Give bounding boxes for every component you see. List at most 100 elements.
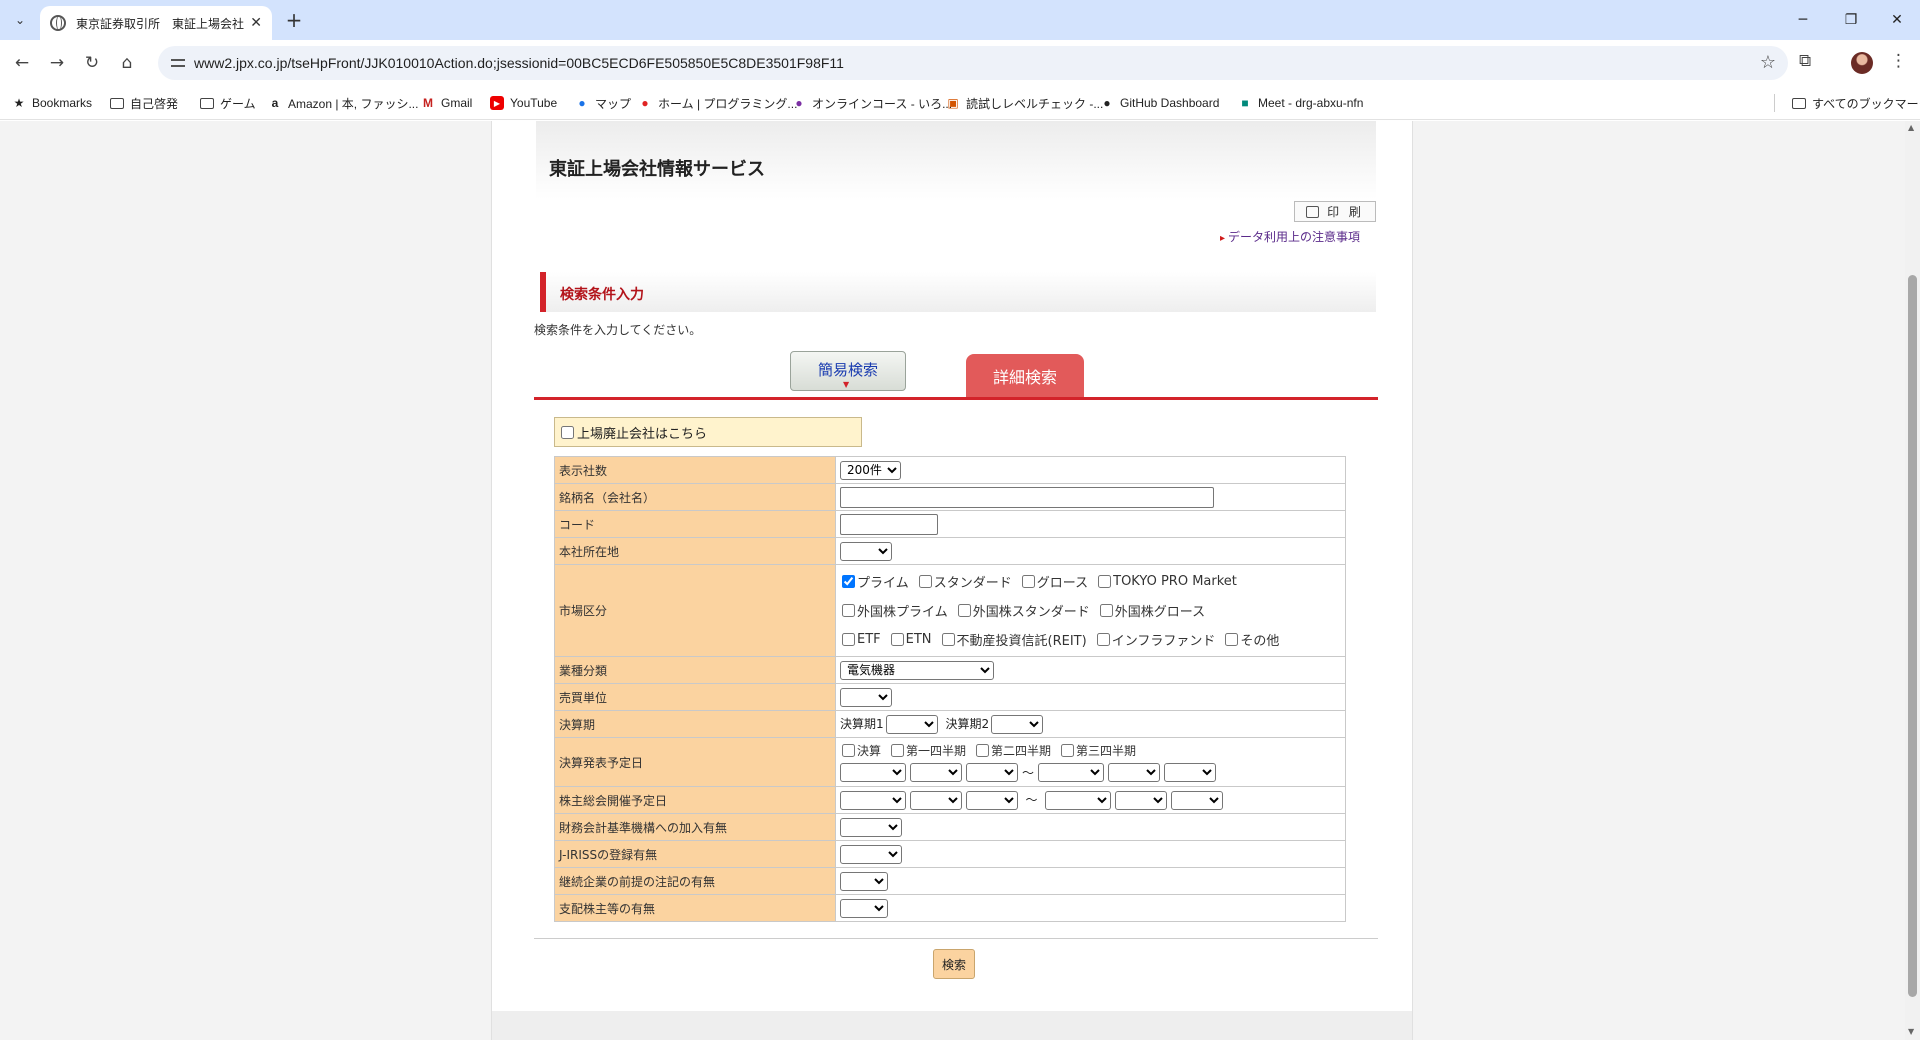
company-name-input[interactable] [840,486,1214,508]
announce-annual-checkbox[interactable] [842,744,855,757]
kebab-menu-icon[interactable]: ⋮ [1890,51,1907,71]
bookmark-item[interactable]: ▣ 読試しレベルチェック -... [946,93,1103,113]
market-prime[interactable]: プライム [840,572,909,591]
market-other[interactable]: その他 [1223,630,1279,649]
announce-annual[interactable]: 決算 [840,742,881,759]
market-foreign-prime-checkbox[interactable] [842,604,855,617]
market-other-checkbox[interactable] [1225,633,1239,646]
fasf-select[interactable] [840,817,902,837]
market-reit[interactable]: 不動産投資信託(REIT) [940,630,1087,649]
market-reit-checkbox[interactable] [941,633,955,646]
market-etn[interactable]: ETN [889,632,932,647]
agm-from-year-select[interactable] [840,790,906,810]
announce-to-year-select[interactable] [1038,763,1105,782]
star-icon[interactable]: ☆ [1760,52,1776,73]
market-prime-checkbox[interactable] [842,575,855,588]
hq-location-select[interactable] [840,541,892,561]
bookmark-item[interactable]: ▶ YouTube [490,93,557,113]
scroll-up-icon[interactable]: ▲ [1908,123,1914,132]
bookmark-item[interactable]: M Gmail [421,93,472,113]
announce-from-year-select[interactable] [840,763,906,782]
market-tokyo-pro-checkbox[interactable] [1098,575,1112,588]
announce-q1[interactable]: 第一四半期 [889,742,966,759]
print-button[interactable]: 印 刷 [1294,201,1376,222]
market-foreign-prime[interactable]: 外国株プライム [840,601,948,620]
announce-q2[interactable]: 第二四半期 [974,742,1051,759]
announce-q1-checkbox[interactable] [891,744,905,757]
extensions-icon[interactable]: ⧉ [1799,51,1811,71]
bookmark-folder[interactable]: 自己啓発 [110,93,178,113]
page-scrollbar[interactable]: ▲ ▼ [1905,121,1920,1040]
data-notice-link[interactable]: データ利用上の注意事項 [1220,228,1360,245]
agm-from-month-select[interactable] [909,790,962,810]
agm-to-month-select[interactable] [1115,790,1168,810]
site-info-icon[interactable] [170,55,186,71]
url-text[interactable]: www2.jpx.co.jp/tseHpFront/JJK010010Actio… [194,55,844,71]
back-icon[interactable]: ← [10,51,34,75]
market-foreign-growth-checkbox[interactable] [1099,604,1113,617]
avatar[interactable] [1851,52,1873,74]
announce-from-day-select[interactable] [966,763,1018,782]
home-icon[interactable]: ⌂ [115,51,139,75]
market-foreign-growth[interactable]: 外国株グロース [1098,601,1205,620]
forward-icon[interactable]: → [45,51,69,75]
tab-detail-search[interactable]: 詳細検索 [966,354,1084,397]
scroll-thumb[interactable] [1908,275,1917,997]
label-agm-date: 株主総会開催予定日 [554,786,836,814]
jiriss-select[interactable] [840,844,902,864]
search-button[interactable]: 検索 [933,949,975,979]
restore-icon[interactable]: ❐ [1828,0,1874,40]
market-etf[interactable]: ETF [840,632,881,647]
announce-q2-checkbox[interactable] [976,744,990,757]
tab-search-icon[interactable]: ⌄ [8,8,32,32]
market-etf-checkbox[interactable] [842,633,855,646]
bookmark-item[interactable]: ★ Bookmarks [12,93,92,113]
display-count-select[interactable]: 200件 [840,460,901,480]
table-row: 株主総会開催予定日 ～ [554,786,1346,814]
minimize-icon[interactable]: ─ [1780,0,1826,40]
industry-select[interactable]: 電気機器 [840,660,994,680]
new-tab-icon[interactable]: + [282,8,306,32]
announce-q3-checkbox[interactable] [1061,744,1075,757]
market-growth[interactable]: グロース [1020,572,1088,591]
controlling-shareholder-select[interactable] [840,898,888,918]
window-close-icon[interactable]: ✕ [1874,0,1920,40]
going-concern-select[interactable] [840,871,888,891]
trading-unit-select[interactable] [840,687,892,707]
browser-tab[interactable]: 東京証券取引所 東証上場会社 ✕ [40,6,272,40]
market-infra-fund-checkbox[interactable] [1096,633,1110,646]
label-market: 市場区分 [554,564,836,657]
bookmark-folder[interactable]: ゲーム [200,93,256,113]
bookmark-item[interactable]: ● オンラインコース - いろ... [792,93,952,113]
market-standard[interactable]: スタンダード [917,572,1012,591]
agm-from-day-select[interactable] [965,790,1018,810]
market-infra-fund[interactable]: インフラファンド [1095,630,1215,649]
all-bookmarks[interactable]: すべてのブックマーク [1792,93,1920,113]
announce-from-month-select[interactable] [910,763,962,782]
agm-to-year-select[interactable] [1045,790,1112,810]
fiscal-period1-select[interactable] [885,714,938,734]
market-growth-checkbox[interactable] [1021,575,1035,588]
reload-icon[interactable]: ↻ [80,51,104,75]
code-input[interactable] [840,513,938,535]
bookmark-item[interactable]: ● ホーム | プログラミング... [638,93,797,113]
tab-close-icon[interactable]: ✕ [250,15,262,31]
scroll-down-icon[interactable]: ▼ [1908,1027,1914,1036]
market-foreign-standard[interactable]: 外国株スタンダード [956,601,1090,620]
fiscal-period2-select[interactable] [991,714,1044,734]
announce-to-month-select[interactable] [1108,763,1161,782]
announce-to-day-select[interactable] [1164,763,1217,782]
agm-to-day-select[interactable] [1170,790,1223,810]
announce-q3[interactable]: 第三四半期 [1059,742,1136,759]
market-etn-checkbox[interactable] [890,633,904,646]
tab-simple-search[interactable]: 簡易検索 ▼ [790,351,906,391]
market-tokyo-pro[interactable]: TOKYO PRO Market [1096,574,1237,589]
market-foreign-standard-checkbox[interactable] [957,604,971,617]
bookmark-item[interactable]: ● マップ [575,93,631,113]
bookmark-item[interactable]: a Amazon | 本, ファッシ... [268,93,419,113]
bookmark-item[interactable]: ■ Meet - drg-abxu-nfn [1238,93,1363,113]
market-standard-checkbox[interactable] [918,575,932,588]
delisted-checkbox[interactable] [561,425,574,439]
address-bar[interactable]: www2.jpx.co.jp/tseHpFront/JJK010010Actio… [158,46,1788,80]
bookmark-item[interactable]: ● GitHub Dashboard [1100,93,1219,113]
